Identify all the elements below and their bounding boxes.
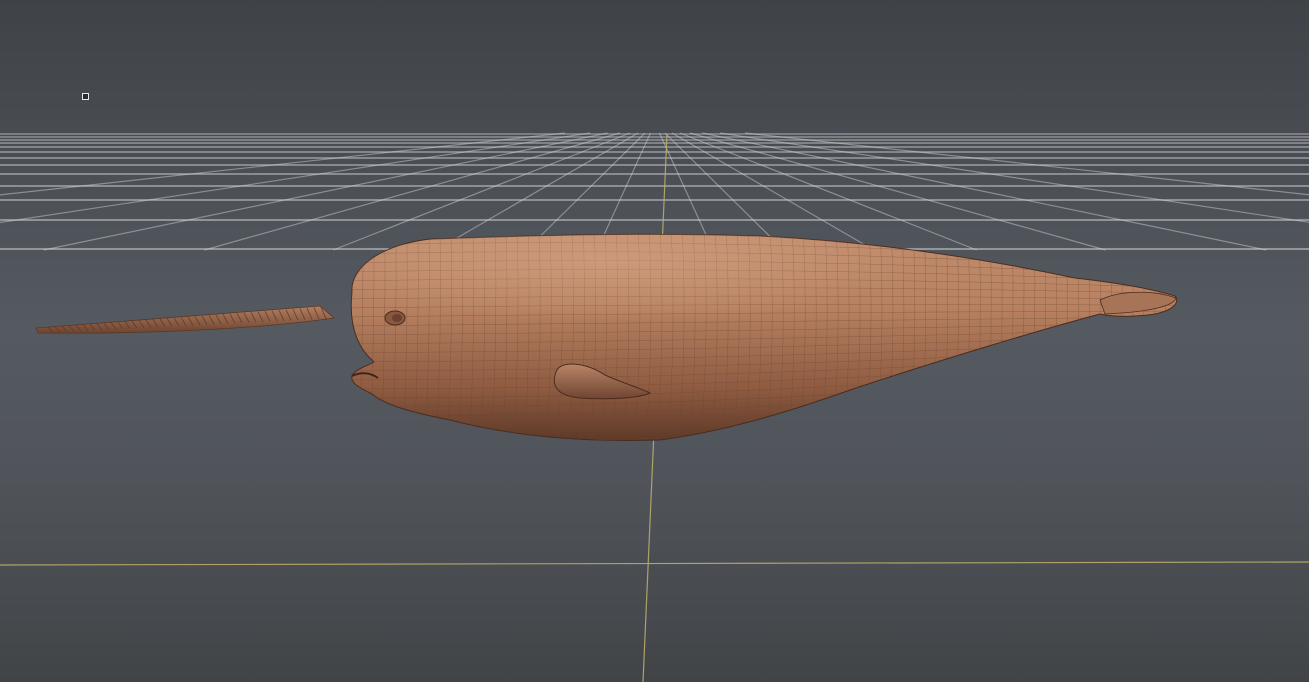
wire-edge-vertical — [1018, 234, 1025, 441]
wire-edge-vertical — [1139, 234, 1145, 441]
wire-edge-vertical — [1084, 234, 1090, 441]
wire-edge-vertical — [1051, 234, 1058, 441]
grid-line-depth — [702, 132, 1267, 251]
narwhal-model[interactable] — [35, 225, 1180, 450]
wire-edge-vertical — [1073, 234, 1079, 441]
grid-line-depth — [204, 132, 621, 251]
wire-edge-vertical — [1029, 234, 1036, 441]
wire-edge-vertical — [1150, 234, 1156, 441]
grid-line-depth — [435, 132, 639, 251]
wire-edge-vertical — [1117, 234, 1123, 441]
wire-edge-vertical — [1128, 234, 1134, 441]
axis-x-line — [0, 561, 1309, 566]
grid-line-depth — [43, 132, 608, 251]
wire-edge-vertical — [1095, 234, 1101, 441]
grid-line-depth — [689, 132, 1106, 251]
wire-edge-vertical — [1161, 234, 1167, 441]
grid-line-depth — [719, 132, 1309, 223]
viewport-canvas[interactable] — [0, 0, 1309, 682]
grid-line-depth — [658, 132, 714, 251]
grid-line-depth — [671, 132, 875, 251]
square-handle-icon[interactable] — [82, 93, 89, 100]
wire-edge-vertical — [1062, 234, 1068, 441]
wire-edge-vertical — [1172, 234, 1177, 441]
wire-edge-vertical — [1106, 234, 1112, 441]
narwhal-tusk — [35, 305, 335, 334]
wire-edge-vertical — [351, 234, 353, 441]
wire-edge-vertical — [1040, 234, 1047, 441]
grid-line-depth — [596, 132, 652, 251]
grid-line-depth — [0, 132, 591, 224]
narwhal-eye — [384, 310, 406, 326]
3d-viewport[interactable] — [0, 0, 1309, 682]
